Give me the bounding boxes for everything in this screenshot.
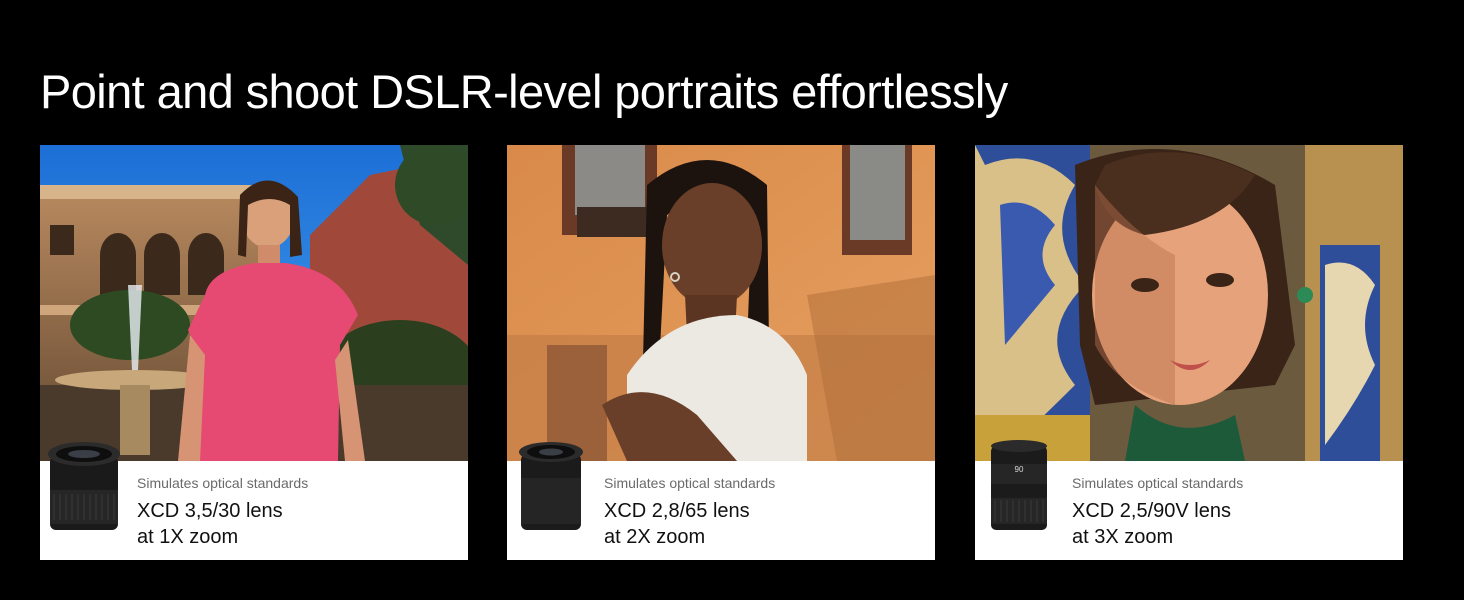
portrait-photo-3x: [975, 145, 1403, 461]
portrait-photo-2x: [507, 145, 935, 461]
zoom-level: at 3X zoom: [1072, 526, 1174, 548]
portrait-card-2x: Simulates optical standards XCD 2,8/65 l…: [507, 145, 935, 560]
lens-name: XCD 3,5/30 lens: [137, 500, 283, 522]
portrait-card-3x: Simulates optical standards XCD 2,5/90V …: [975, 145, 1403, 560]
caption-simulates: Simulates optical standards: [604, 475, 776, 491]
portrait-card-1x: Simulates optical standards XCD 3,5/30 l…: [40, 145, 468, 560]
page-title: Point and shoot DSLR-level portraits eff…: [40, 65, 1008, 118]
zoom-level: at 1X zoom: [137, 526, 239, 548]
caption-simulates: Simulates optical standards: [137, 475, 309, 491]
zoom-level: at 2X zoom: [604, 526, 706, 548]
lens-name: XCD 2,5/90V lens: [1072, 500, 1231, 522]
portrait-photo-1x: [40, 145, 468, 461]
lens-image-xcd-30: [46, 438, 122, 534]
lens-image-xcd-65: [513, 438, 589, 534]
lens-focal-marking: 90: [1015, 465, 1024, 474]
lens-name: XCD 2,8/65 lens: [604, 500, 750, 522]
lens-image-xcd-90v: 90: [981, 438, 1057, 534]
caption-simulates: Simulates optical standards: [1072, 475, 1244, 491]
